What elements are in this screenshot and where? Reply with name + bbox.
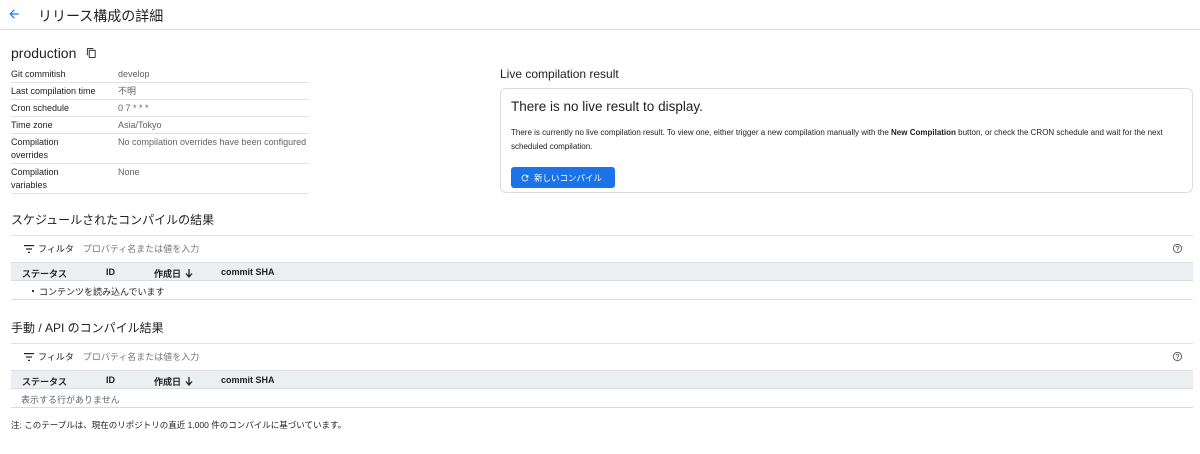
- manual-section-title: 手動 / API のコンパイル結果: [11, 321, 164, 335]
- filter-icon[interactable]: [24, 352, 34, 361]
- live-result-card: There is no live result to display. Ther…: [500, 88, 1193, 193]
- property-value: develop: [118, 69, 150, 79]
- property-key: Git commitish: [11, 69, 66, 79]
- live-card-description: There is currently no live compilation r…: [511, 126, 1181, 154]
- scheduled-table-message: コンテンツを読み込んでいます: [11, 281, 1193, 300]
- property-value: Asia/Tokyo: [118, 120, 162, 130]
- loading-icon: [31, 285, 36, 295]
- column-status[interactable]: ステータス: [22, 267, 67, 280]
- help-icon[interactable]: [1172, 351, 1183, 362]
- scheduled-table-header: ステータス ID 作成日 commit SHA: [11, 262, 1193, 281]
- scheduled-section-title: スケジュールされたコンパイルの結果: [11, 213, 215, 227]
- property-value: 不明: [118, 86, 137, 96]
- live-desc-text: There is currently no live compilation r…: [511, 128, 892, 137]
- manual-filter-bar: フィルタ: [11, 343, 1193, 369]
- footnote: 注: このテーブルは、現在のリポジトリの直近 1,000 件のコンパイルに基づい…: [11, 420, 347, 430]
- scheduled-filter-bar: フィルタ: [11, 235, 1193, 261]
- config-name: production: [11, 45, 77, 61]
- property-value: No compilation overrides have been confi…: [118, 137, 307, 147]
- filter-icon[interactable]: [24, 244, 34, 253]
- property-key: Compilation variables: [11, 167, 59, 190]
- copy-icon[interactable]: [86, 47, 98, 59]
- column-id[interactable]: ID: [106, 267, 115, 277]
- new-compilation-button[interactable]: 新しいコンパイル: [511, 167, 615, 188]
- sort-down-icon: [185, 269, 193, 278]
- help-icon[interactable]: [1172, 243, 1183, 254]
- top-bar: リリース構成の詳細: [0, 0, 1200, 30]
- filter-input[interactable]: [82, 243, 383, 254]
- column-status[interactable]: ステータス: [22, 375, 67, 388]
- column-created[interactable]: 作成日: [154, 375, 193, 388]
- column-id[interactable]: ID: [106, 375, 115, 385]
- property-key: Compilation overrides: [11, 137, 59, 160]
- column-created-label: 作成日: [154, 377, 182, 387]
- loading-message: コンテンツを読み込んでいます: [39, 287, 165, 297]
- property-key: Last compilation time: [11, 86, 96, 96]
- live-card-title: There is no live result to display.: [511, 99, 703, 114]
- sort-down-icon: [185, 377, 193, 386]
- property-row: Time zone Asia/Tokyo: [11, 117, 309, 134]
- new-compilation-label: 新しいコンパイル: [534, 172, 603, 183]
- property-row: Last compilation time 不明: [11, 83, 309, 100]
- column-created-label: 作成日: [154, 269, 182, 279]
- property-row: Git commitish develop: [11, 66, 309, 83]
- live-compilation-heading: Live compilation result: [500, 67, 619, 81]
- empty-message: 表示する行がありません: [21, 395, 120, 405]
- property-row: Compilation overrides No compilation ove…: [11, 134, 309, 164]
- property-row: Cron schedule 0 7 * * *: [11, 100, 309, 117]
- property-key: Time zone: [11, 120, 53, 130]
- refresh-icon: [520, 173, 530, 183]
- filter-label: フィルタ: [38, 244, 74, 254]
- property-row: Compilation variables None: [11, 164, 309, 194]
- property-key: Cron schedule: [11, 103, 70, 113]
- column-created[interactable]: 作成日: [154, 267, 193, 280]
- manual-table-header: ステータス ID 作成日 commit SHA: [11, 370, 1193, 389]
- page-title: リリース構成の詳細: [38, 8, 164, 24]
- property-value: None: [118, 167, 140, 177]
- config-properties: Git commitish develop Last compilation t…: [11, 66, 309, 194]
- property-value: 0 7 * * *: [118, 103, 149, 113]
- column-commit-sha[interactable]: commit SHA: [221, 375, 275, 385]
- column-commit-sha[interactable]: commit SHA: [221, 267, 275, 277]
- manual-table-message: 表示する行がありません: [11, 389, 1193, 408]
- filter-label: フィルタ: [38, 352, 74, 362]
- filter-input[interactable]: [82, 351, 383, 362]
- arrow-back-icon[interactable]: [6, 6, 22, 22]
- live-desc-bold: New Compilation: [891, 128, 956, 137]
